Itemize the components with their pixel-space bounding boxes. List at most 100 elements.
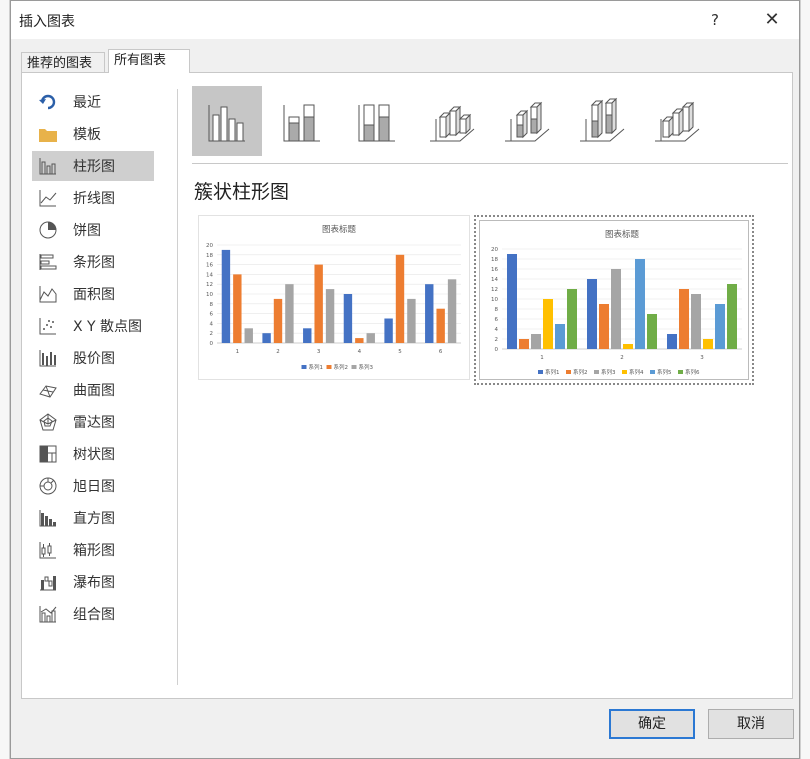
y-tick-label: 14 [491, 277, 498, 283]
sidebar-item-column-chart[interactable]: 柱形图 [32, 151, 154, 181]
y-tick-label: 4 [210, 321, 214, 327]
x-tick-label: 4 [358, 349, 362, 355]
legend-swatch [538, 370, 543, 374]
bar-系列6-1 [567, 289, 577, 349]
bar-系列5-1 [555, 324, 565, 349]
folder-icon [38, 124, 58, 144]
bar-系列2-3 [679, 289, 689, 349]
3d-100-stacked-column-icon [570, 87, 634, 155]
subtype-stacked-column[interactable] [267, 86, 337, 156]
sidebar-item-label: 股价图 [73, 351, 115, 367]
sidebar-item-folder[interactable]: 模板 [32, 119, 154, 149]
bar-系列5-2 [635, 259, 645, 349]
waterfall-chart-icon [38, 572, 58, 592]
x-tick-label: 5 [398, 349, 402, 355]
sidebar-item-label: 面积图 [73, 287, 115, 303]
sidebar-item-label: X Y 散点图 [73, 319, 143, 335]
column-chart-icon [38, 156, 58, 176]
sidebar-item-combo-chart[interactable]: 组合图 [32, 599, 154, 629]
bar-系列3-1 [244, 328, 253, 343]
histogram-chart-icon [38, 508, 58, 528]
legend-label: 系列1 [309, 363, 324, 371]
legend-label: 系列2 [573, 368, 588, 376]
legend-label: 系列5 [657, 368, 672, 376]
sidebar-item-label: 瀑布图 [73, 575, 115, 591]
sidebar-item-bar-chart[interactable]: 条形图 [32, 247, 154, 277]
surface-chart-icon [38, 380, 58, 400]
horizontal-divider [192, 163, 788, 164]
sidebar-item-label: 直方图 [73, 511, 115, 527]
help-button[interactable]: ? [701, 7, 729, 33]
bar-系列1-5 [384, 318, 393, 343]
3d-stacked-column-icon [495, 87, 559, 155]
sidebar-item-treemap-chart[interactable]: 树状图 [32, 439, 154, 469]
sidebar-item-histogram-chart[interactable]: 直方图 [32, 503, 154, 533]
sidebar-item-label: 旭日图 [73, 479, 115, 495]
chart-preview-1[interactable]: 图表标题 0 2 4 6 8 10 12 14 16 18 20 1 2 3 4 5 6 系列1 系列2 系列3 [198, 215, 470, 380]
sidebar-item-area-chart[interactable]: 面积图 [32, 279, 154, 309]
bar-系列3-4 [366, 333, 375, 343]
sidebar-item-waterfall-chart[interactable]: 瀑布图 [32, 567, 154, 597]
ok-button[interactable]: 确定 [609, 709, 695, 739]
tab-all-charts[interactable]: 所有图表 [108, 49, 190, 73]
sunburst-chart-icon [38, 476, 58, 496]
sidebar-item-label: 最近 [73, 95, 101, 111]
bar-系列1-6 [425, 284, 434, 343]
subtype-clustered-column[interactable] [192, 86, 262, 156]
subtype-100-stacked-column[interactable] [342, 86, 412, 156]
y-tick-label: 16 [491, 267, 498, 273]
legend-swatch [594, 370, 599, 374]
chart-preview-2-svg: 图表标题024681012141618201 2 3系列1 系列2 系列3 系列4 系列5 系… [491, 229, 742, 376]
sidebar-item-label: 曲面图 [73, 383, 115, 399]
sidebar-item-stock-chart[interactable]: 股价图 [32, 343, 154, 373]
legend-swatch [678, 370, 683, 374]
sidebar-item-label: 箱形图 [73, 543, 115, 559]
bar-系列2-2 [273, 298, 283, 343]
bar-系列5-3 [715, 304, 725, 349]
bar-系列3-5 [407, 298, 416, 343]
subtype-3d-100-stacked-column[interactable] [567, 86, 637, 156]
legend-label: 系列4 [629, 368, 644, 376]
sidebar-item-recent[interactable]: 最近 [32, 87, 154, 117]
sidebar-item-surface-chart[interactable]: 曲面图 [32, 375, 154, 405]
tab-recommended-charts[interactable]: 推荐的图表 [21, 52, 105, 73]
y-tick-label: 10 [491, 297, 498, 303]
x-tick-label: 3 [317, 349, 321, 355]
y-tick-label: 16 [206, 263, 213, 269]
sidebar-item-pie-chart[interactable]: 饼图 [32, 215, 154, 245]
x-tick-label: 1 [236, 349, 240, 355]
x-tick-label: 1 [540, 355, 544, 361]
radar-chart-icon [38, 412, 58, 432]
y-tick-label: 6 [210, 312, 214, 318]
bar-系列1-3 [303, 328, 312, 343]
y-tick-label: 18 [206, 253, 213, 259]
legend-swatch [622, 370, 627, 374]
bar-系列1-4 [343, 294, 353, 343]
area-chart-icon [38, 284, 58, 304]
y-tick-label: 20 [491, 247, 498, 253]
background-spreadsheet-right [800, 0, 810, 759]
stacked-column-icon [270, 87, 334, 155]
legend-label: 系列3 [601, 368, 616, 376]
subtype-3d-column[interactable] [642, 86, 712, 156]
sidebar-item-line-chart[interactable]: 折线图 [32, 183, 154, 213]
sidebar-item-sunburst-chart[interactable]: 旭日图 [32, 471, 154, 501]
bar-系列2-4 [355, 338, 364, 343]
y-tick-label: 6 [495, 317, 499, 323]
background-spreadsheet-left [0, 0, 10, 759]
legend-label: 系列3 [359, 363, 374, 371]
bar-系列2-2 [599, 304, 609, 349]
close-button[interactable]: ✕ [756, 7, 788, 33]
dialog-titlebar: 插入图表 ? ✕ [11, 1, 799, 39]
sidebar-item-scatter-chart[interactable]: X Y 散点图 [32, 311, 154, 341]
cancel-button[interactable]: 取消 [708, 709, 794, 739]
subtype-3d-clustered-column[interactable] [417, 86, 487, 156]
chart-preview-2[interactable]: 图表标题 0 2 4 6 8 10 12 14 16 18 20 1 2 3 系列1 系列2 系列3 系列4 系列5 系… [474, 215, 754, 385]
stock-chart-icon [38, 348, 58, 368]
subtype-3d-stacked-column[interactable] [492, 86, 562, 156]
legend-label: 系列1 [545, 368, 560, 376]
legend-swatch [301, 365, 307, 369]
sidebar-item-box-whisker-chart[interactable]: 箱形图 [32, 535, 154, 565]
bar-系列4-3 [703, 339, 713, 349]
sidebar-item-radar-chart[interactable]: 雷达图 [32, 407, 154, 437]
